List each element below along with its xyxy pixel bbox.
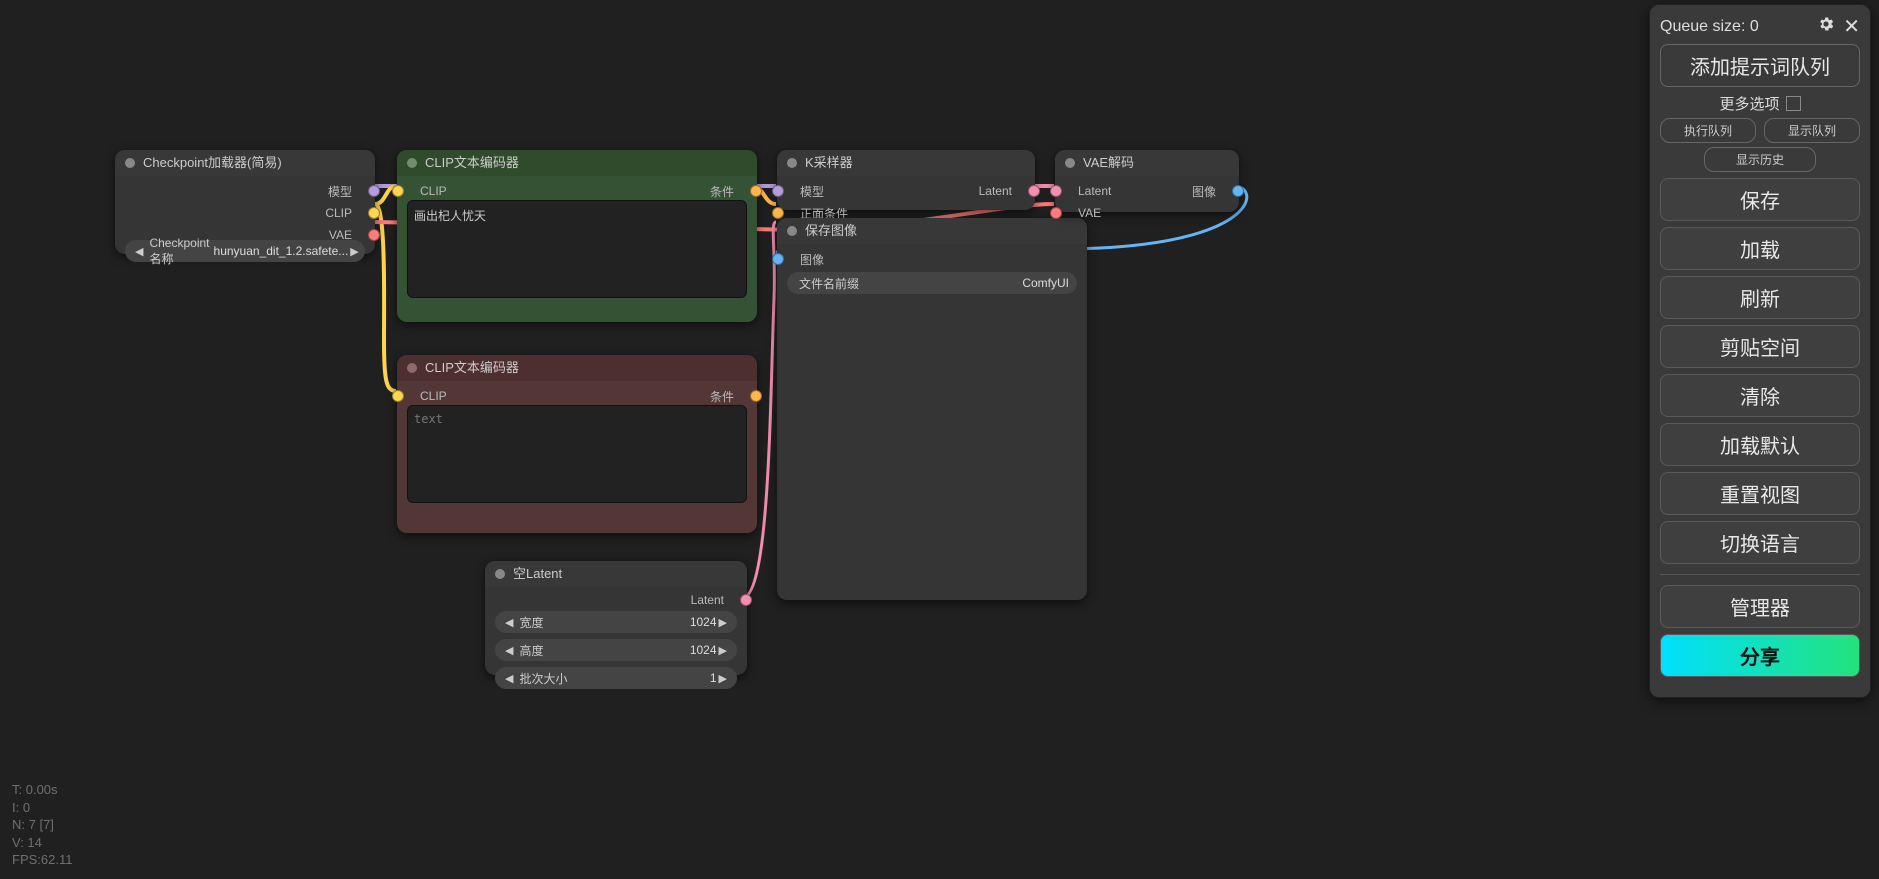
collapse-dot-icon[interactable] xyxy=(407,158,417,168)
collapse-dot-icon[interactable] xyxy=(1065,158,1075,168)
show-queue-button[interactable]: 显示队列 xyxy=(1764,118,1860,143)
port-icon[interactable] xyxy=(1050,207,1062,219)
chevron-left-icon[interactable]: ◀ xyxy=(503,672,515,685)
node-ksampler[interactable]: K采样器 模型 正面条件 Latent xyxy=(777,150,1035,210)
perf-stats: T: 0.00s I: 0 N: 7 [7] V: 14 FPS:62.11 xyxy=(12,781,72,869)
node-title[interactable]: VAE解码 xyxy=(1055,150,1239,176)
port-icon[interactable] xyxy=(1028,185,1040,197)
port-icon[interactable] xyxy=(772,207,784,219)
clipspace-button[interactable]: 剪贴空间 xyxy=(1660,325,1860,368)
stat-n: N: 7 [7] xyxy=(12,816,72,834)
title-text: CLIP文本编码器 xyxy=(425,150,519,176)
node-checkpoint-loader[interactable]: Checkpoint加载器(简易) 模型 CLIP VAE ◀ Checkpoi… xyxy=(115,150,375,254)
collapse-dot-icon[interactable] xyxy=(495,569,505,579)
port-icon[interactable] xyxy=(1050,185,1062,197)
share-button[interactable]: 分享 xyxy=(1660,634,1860,677)
node-graph-canvas[interactable]: Checkpoint加载器(简易) 模型 CLIP VAE ◀ Checkpoi… xyxy=(0,0,1879,879)
chevron-right-icon[interactable]: ▶ xyxy=(348,245,360,258)
more-options-row[interactable]: 更多选项 xyxy=(1660,93,1860,114)
manager-button[interactable]: 管理器 xyxy=(1660,585,1860,628)
load-button[interactable]: 加载 xyxy=(1660,227,1860,270)
node-title[interactable]: CLIP文本编码器 xyxy=(397,150,757,176)
node-title[interactable]: 保存图像 xyxy=(777,218,1087,244)
chevron-right-icon[interactable]: ▶ xyxy=(717,644,729,657)
collapse-dot-icon[interactable] xyxy=(125,158,135,168)
input-vae[interactable]: VAE xyxy=(1050,204,1101,222)
node-empty-latent[interactable]: 空Latent Latent ◀ 宽度 1024 ▶ ◀ 高度 1024 ▶ ◀… xyxy=(485,561,747,675)
checkpoint-name-widget[interactable]: ◀ Checkpoint名称 hunyuan_dit_1.2.safete...… xyxy=(125,240,365,262)
stat-v: V: 14 xyxy=(12,834,72,852)
stat-i: I: 0 xyxy=(12,799,72,817)
more-options-label: 更多选项 xyxy=(1719,93,1779,114)
gear-icon[interactable] xyxy=(1817,15,1835,38)
port-icon[interactable] xyxy=(772,185,784,197)
collapse-dot-icon[interactable] xyxy=(787,226,797,236)
refresh-button[interactable]: 刷新 xyxy=(1660,276,1860,319)
chevron-right-icon[interactable]: ▶ xyxy=(717,672,729,685)
close-icon[interactable]: ✕ xyxy=(1843,20,1860,34)
chevron-right-icon[interactable]: ▶ xyxy=(717,616,729,629)
prompt-textarea[interactable] xyxy=(407,200,747,298)
height-widget[interactable]: ◀ 高度 1024 ▶ xyxy=(495,639,737,661)
port-icon[interactable] xyxy=(1232,185,1244,197)
node-title[interactable]: Checkpoint加载器(简易) xyxy=(115,150,375,176)
batch-widget[interactable]: ◀ 批次大小 1 ▶ xyxy=(495,667,737,689)
node-title[interactable]: CLIP文本编码器 xyxy=(397,355,757,381)
exec-queue-button[interactable]: 执行队列 xyxy=(1660,118,1756,143)
title-text: VAE解码 xyxy=(1083,150,1134,176)
node-title[interactable]: K采样器 xyxy=(777,150,1035,176)
width-widget[interactable]: ◀ 宽度 1024 ▶ xyxy=(495,611,737,633)
show-history-button[interactable]: 显示历史 xyxy=(1704,147,1816,172)
chevron-left-icon[interactable]: ◀ xyxy=(503,644,515,657)
filename-prefix-widget[interactable]: 文件名前缀 ComfyUI xyxy=(787,272,1077,294)
more-options-checkbox[interactable] xyxy=(1786,96,1801,111)
node-title[interactable]: 空Latent xyxy=(485,561,747,587)
toggle-language-button[interactable]: 切换语言 xyxy=(1660,521,1860,564)
title-text: 空Latent xyxy=(513,561,562,587)
output-latent[interactable]: Latent xyxy=(979,182,1040,200)
input-model[interactable]: 模型 xyxy=(772,182,824,200)
node-clip-encode-negative[interactable]: CLIP文本编码器 CLIP 条件 xyxy=(397,355,757,533)
stat-t: T: 0.00s xyxy=(12,781,72,799)
input-latent[interactable]: Latent xyxy=(1050,182,1111,200)
chevron-left-icon[interactable]: ◀ xyxy=(133,245,145,258)
stat-fps: FPS:62.11 xyxy=(12,851,72,869)
queue-size-label: Queue size: 0 xyxy=(1660,18,1759,36)
save-button[interactable]: 保存 xyxy=(1660,178,1860,221)
title-text: K采样器 xyxy=(805,150,853,176)
collapse-dot-icon[interactable] xyxy=(787,158,797,168)
collapse-dot-icon[interactable] xyxy=(407,363,417,373)
title-text: Checkpoint加载器(简易) xyxy=(143,150,282,176)
load-default-button[interactable]: 加载默认 xyxy=(1660,423,1860,466)
node-save-image[interactable]: 保存图像 图像 文件名前缀 ComfyUI xyxy=(777,218,1087,600)
control-panel[interactable]: Queue size: 0 ✕ 添加提示词队列 更多选项 执行队列 显示队列 显… xyxy=(1649,4,1871,698)
chevron-left-icon[interactable]: ◀ xyxy=(503,616,515,629)
node-clip-encode-positive[interactable]: CLIP文本编码器 CLIP 条件 xyxy=(397,150,757,322)
title-text: 保存图像 xyxy=(805,218,857,244)
reset-view-button[interactable]: 重置视图 xyxy=(1660,472,1860,515)
clear-button[interactable]: 清除 xyxy=(1660,374,1860,417)
prompt-textarea[interactable] xyxy=(407,405,747,503)
queue-prompt-button[interactable]: 添加提示词队列 xyxy=(1660,44,1860,87)
title-text: CLIP文本编码器 xyxy=(425,355,519,381)
node-vae-decode[interactable]: VAE解码 Latent VAE 图像 xyxy=(1055,150,1239,212)
divider xyxy=(1660,574,1860,575)
output-image[interactable]: 图像 xyxy=(1192,182,1244,200)
